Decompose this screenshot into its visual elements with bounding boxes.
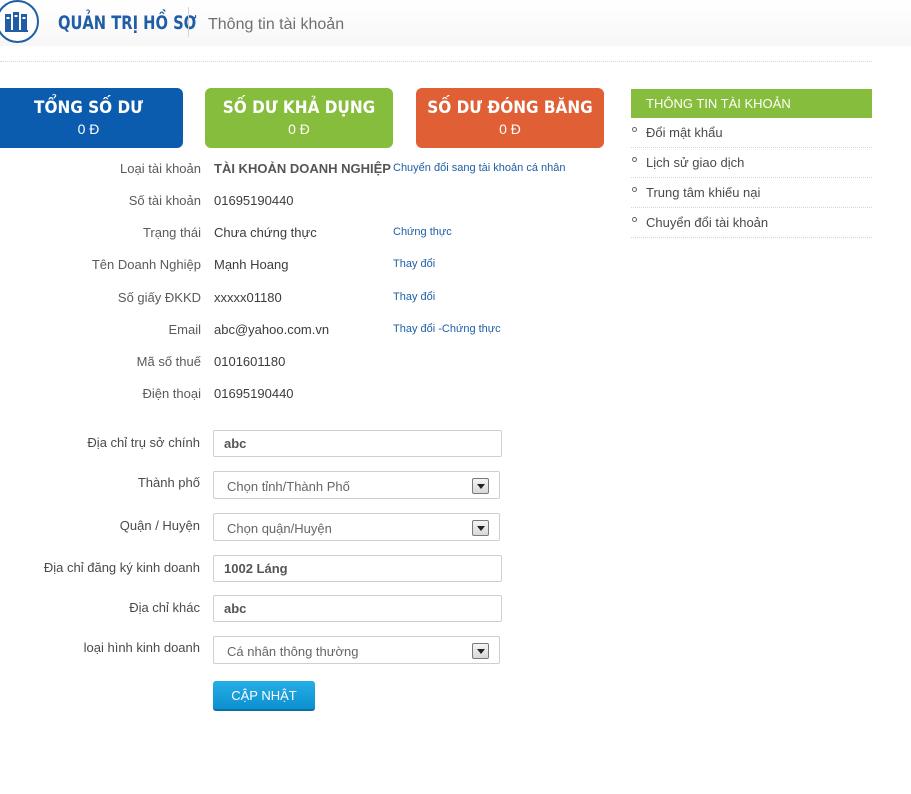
sidebar-title: THÔNG TIN TÀI KHOẢN — [631, 89, 872, 118]
sidebar-item-complaint-center[interactable]: Trung tâm khiếu nại — [631, 178, 872, 208]
dropdown-arrow-icon[interactable] — [472, 643, 489, 659]
account-number-label: Số tài khoản — [128, 193, 201, 208]
verify-link[interactable]: Chứng thực — [393, 226, 452, 238]
status-value: Chưa chứng thực — [214, 225, 317, 240]
logo[interactable] — [0, 0, 39, 43]
district-selected-value: Chọn quận/Huyện — [227, 521, 332, 536]
sidebar-item-label: Đổi mật khẩu — [646, 125, 723, 140]
bullet-icon — [632, 187, 637, 192]
business-type-label: loại hình kinh doanh — [83, 640, 200, 655]
sidebar-item-label: Lịch sử giao dịch — [646, 155, 745, 170]
other-address-input[interactable] — [213, 595, 502, 622]
registered-address-label: Địa chỉ đăng ký kinh doanh — [43, 560, 200, 575]
other-address-label: Địa chỉ khác — [129, 600, 200, 615]
available-balance-label: SỐ DƯ KHẢ DỤNG — [222, 98, 376, 118]
bullet-icon — [632, 157, 637, 162]
district-select[interactable]: Chọn quận/Huyện — [213, 513, 500, 541]
page-title: Thông tin tài khoản — [208, 16, 345, 33]
email-label: Email — [168, 322, 201, 337]
header: QUẢN TRỊ HỒ SƠ Thông tin tài khoản — [0, 0, 911, 46]
district-label: Quận / Huyện — [119, 518, 200, 533]
frozen-balance-card: SỐ DƯ ĐÓNG BĂNG 0 Đ — [416, 88, 604, 148]
sidebar-item-change-password[interactable]: Đổi mật khẩu — [631, 118, 872, 148]
sidebar-item-label: Trung tâm khiếu nại — [646, 185, 761, 200]
company-name-label: Tên Doanh Nghiệp — [91, 257, 201, 272]
city-label: Thành phố — [137, 475, 200, 490]
status-label: Trạng thái — [142, 225, 201, 240]
header-divider — [188, 7, 189, 37]
dropdown-arrow-icon[interactable] — [472, 520, 489, 536]
dropdown-arrow-icon[interactable] — [472, 478, 489, 494]
switch-to-personal-link[interactable]: Chuyển đổi sang tài khoản cá nhân — [393, 162, 565, 174]
total-balance-card: TỔNG SỐ DƯ 0 Đ — [0, 88, 183, 148]
change-business-license-link[interactable]: Thay đổi — [393, 291, 435, 303]
phone-value: 01695190440 — [214, 386, 294, 401]
sidebar-item-transaction-history[interactable]: Lịch sử giao dịch — [631, 148, 872, 178]
available-balance-card: SỐ DƯ KHẢ DỤNG 0 Đ — [205, 88, 393, 148]
business-license-value: xxxxx01180 — [214, 290, 282, 305]
business-license-label: Số giấy ĐKKD — [117, 290, 201, 305]
city-select[interactable]: Chọn tỉnh/Thành Phố — [213, 471, 500, 499]
header-separator-line — [0, 61, 872, 62]
total-balance-value: 0 Đ — [77, 121, 100, 137]
business-type-select[interactable]: Cá nhân thông thường — [213, 636, 500, 664]
frozen-balance-value: 0 Đ — [499, 121, 521, 137]
sidebar-item-switch-account[interactable]: Chuyển đổi tài khoản — [631, 208, 872, 238]
sidebar-item-label: Chuyển đổi tài khoản — [646, 215, 769, 230]
tax-code-value: 0101601180 — [214, 354, 286, 369]
frozen-balance-label: SỐ DƯ ĐÓNG BĂNG — [427, 98, 593, 118]
account-type-label: Loại tài khoản — [120, 161, 201, 176]
account-number-value: 01695190440 — [214, 193, 294, 208]
books-icon — [5, 12, 28, 32]
registered-address-input[interactable] — [213, 555, 502, 582]
account-type-value: TÀI KHOẢN DOANH NGHIỆP — [214, 161, 391, 176]
total-balance-label: TỔNG SỐ DƯ — [34, 98, 143, 118]
phone-label: Điện thoại — [142, 386, 201, 401]
company-name-value: Mạnh Hoang — [214, 257, 289, 272]
bullet-icon — [632, 217, 637, 222]
head-office-address-input[interactable] — [213, 430, 502, 457]
bullet-icon — [632, 127, 637, 132]
email-value: abc@yahoo.com.vn — [214, 322, 330, 337]
business-type-selected-value: Cá nhân thông thường — [227, 644, 359, 659]
update-button[interactable]: CẬP NHẬT — [213, 681, 315, 711]
available-balance-value: 0 Đ — [288, 121, 310, 137]
city-selected-value: Chọn tỉnh/Thành Phố — [227, 479, 350, 494]
change-company-name-link[interactable]: Thay đổi — [393, 258, 435, 270]
tax-code-label: Mã số thuế — [136, 354, 201, 369]
brand-title: QUẢN TRỊ HỒ SƠ — [58, 12, 197, 34]
change-verify-email-link[interactable]: Thay đổi -Chứng thực — [393, 323, 501, 335]
head-office-address-label: Địa chỉ trụ sở chính — [87, 435, 200, 450]
